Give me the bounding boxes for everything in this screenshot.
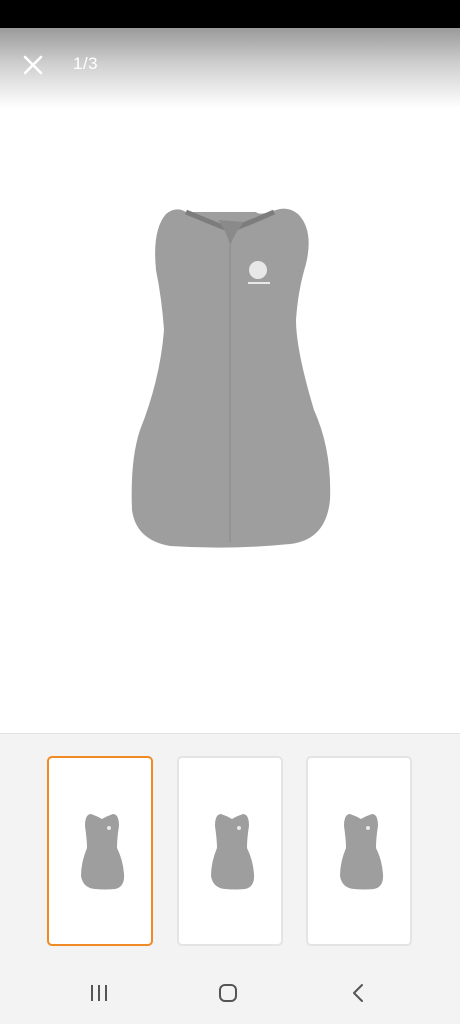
thumbnail-3[interactable] xyxy=(306,756,412,946)
viewer-header: 1/3 xyxy=(0,28,460,108)
home-button[interactable] xyxy=(208,978,248,1008)
image-viewer-screen: 1/3 xyxy=(0,0,460,1024)
product-image[interactable] xyxy=(100,190,360,560)
back-button[interactable] xyxy=(338,978,378,1008)
thumbnail-image xyxy=(81,814,125,890)
thumbnail-image xyxy=(211,814,255,890)
recents-button[interactable] xyxy=(79,978,119,1008)
close-button[interactable] xyxy=(18,50,48,80)
back-icon xyxy=(353,984,363,1002)
thumbnail-1[interactable] xyxy=(47,756,153,946)
recents-icon xyxy=(91,985,107,1001)
thumbnail-strip xyxy=(0,733,460,960)
swaddle-sack-image xyxy=(131,208,331,548)
status-bar xyxy=(0,0,460,28)
home-icon xyxy=(219,984,237,1002)
system-nav-bar xyxy=(0,960,460,1024)
close-icon xyxy=(23,55,43,75)
thumbnail-2[interactable] xyxy=(177,756,283,946)
thumbnail-image xyxy=(340,814,384,890)
image-counter: 1/3 xyxy=(73,54,99,73)
